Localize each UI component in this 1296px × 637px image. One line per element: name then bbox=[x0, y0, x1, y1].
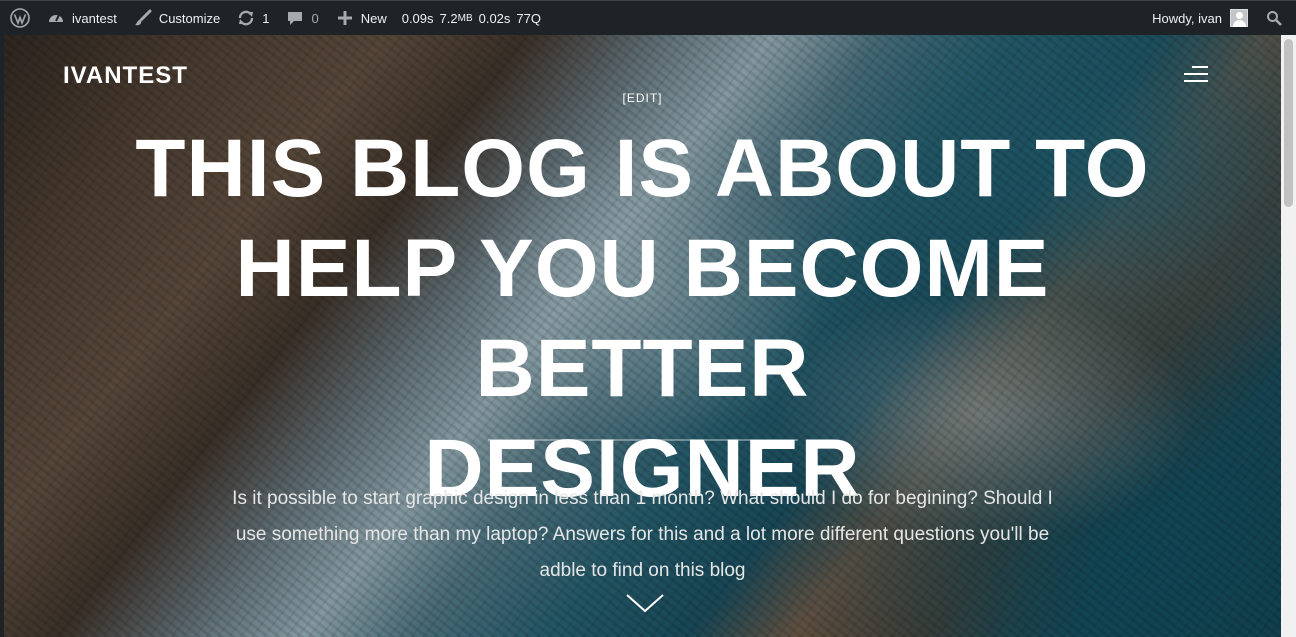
search-icon bbox=[1264, 8, 1284, 28]
site-title[interactable]: IVANTEST bbox=[63, 62, 188, 90]
query-monitor[interactable]: 0.09s 7.2 MB 0.02s 77Q bbox=[395, 1, 549, 36]
scrollbar-thumb[interactable] bbox=[1284, 39, 1293, 207]
customize-label: Customize bbox=[158, 10, 221, 26]
my-account-menu[interactable]: Howdy, ivan bbox=[1144, 1, 1256, 36]
intro-line: use something more than my laptop? Answe… bbox=[235, 524, 1050, 545]
perf-query-time: 0.02s bbox=[478, 10, 511, 26]
intro-line: adble to find on this blog bbox=[539, 560, 746, 581]
admin-search[interactable] bbox=[1256, 1, 1296, 36]
hero-headline: THIS BLOG IS ABOUT TO HELP YOU BECOME BE… bbox=[64, 119, 1221, 519]
perf-mem-unit: MB bbox=[457, 12, 473, 24]
updates-count: 1 bbox=[262, 10, 270, 26]
comment-icon bbox=[285, 8, 305, 28]
updates-link[interactable]: 1 bbox=[228, 1, 277, 36]
chevron-down-icon bbox=[626, 594, 664, 613]
site-name-label: ivantest bbox=[72, 10, 117, 26]
edit-link[interactable]: [EDIT] bbox=[4, 91, 1281, 105]
hero-section: IVANTEST [EDIT] THIS BLOG IS ABOUT TO HE… bbox=[4, 35, 1281, 637]
hero-divider bbox=[488, 439, 798, 441]
customize-link[interactable]: Customize bbox=[125, 1, 228, 36]
menu-toggle-button[interactable] bbox=[1184, 66, 1208, 84]
scroll-down-button[interactable] bbox=[625, 592, 665, 614]
avatar bbox=[1230, 9, 1248, 27]
page-scrollbar[interactable] bbox=[1281, 35, 1296, 637]
howdy-label: Howdy, ivan bbox=[1152, 10, 1222, 26]
site-name-menu[interactable]: ivantest bbox=[38, 1, 125, 36]
perf-time: 0.09s bbox=[401, 10, 434, 26]
new-content-menu[interactable]: New bbox=[327, 1, 395, 36]
comments-count: 0 bbox=[311, 10, 319, 26]
wordpress-icon bbox=[10, 8, 30, 28]
headline-line: HELP YOU BECOME BETTER bbox=[235, 223, 1050, 414]
brush-icon bbox=[133, 8, 153, 28]
new-label: New bbox=[360, 10, 387, 26]
perf-mem-value: 7.2 bbox=[439, 10, 458, 26]
admin-bar: ivantest Customize 1 0 New 0.09s 7.2 MB 0… bbox=[0, 0, 1296, 35]
menu-icon bbox=[1192, 66, 1208, 68]
headline-line: THIS BLOG IS ABOUT TO bbox=[135, 123, 1150, 214]
dashboard-icon bbox=[46, 8, 66, 28]
perf-queries: 77Q bbox=[516, 10, 541, 26]
comments-link[interactable]: 0 bbox=[277, 1, 326, 36]
updates-icon bbox=[236, 8, 256, 28]
hero-intro: Is it possible to start graphic design i… bbox=[174, 481, 1111, 589]
plus-icon bbox=[335, 8, 355, 28]
wordpress-menu[interactable] bbox=[0, 1, 38, 36]
intro-line: Is it possible to start graphic design i… bbox=[232, 488, 1053, 509]
